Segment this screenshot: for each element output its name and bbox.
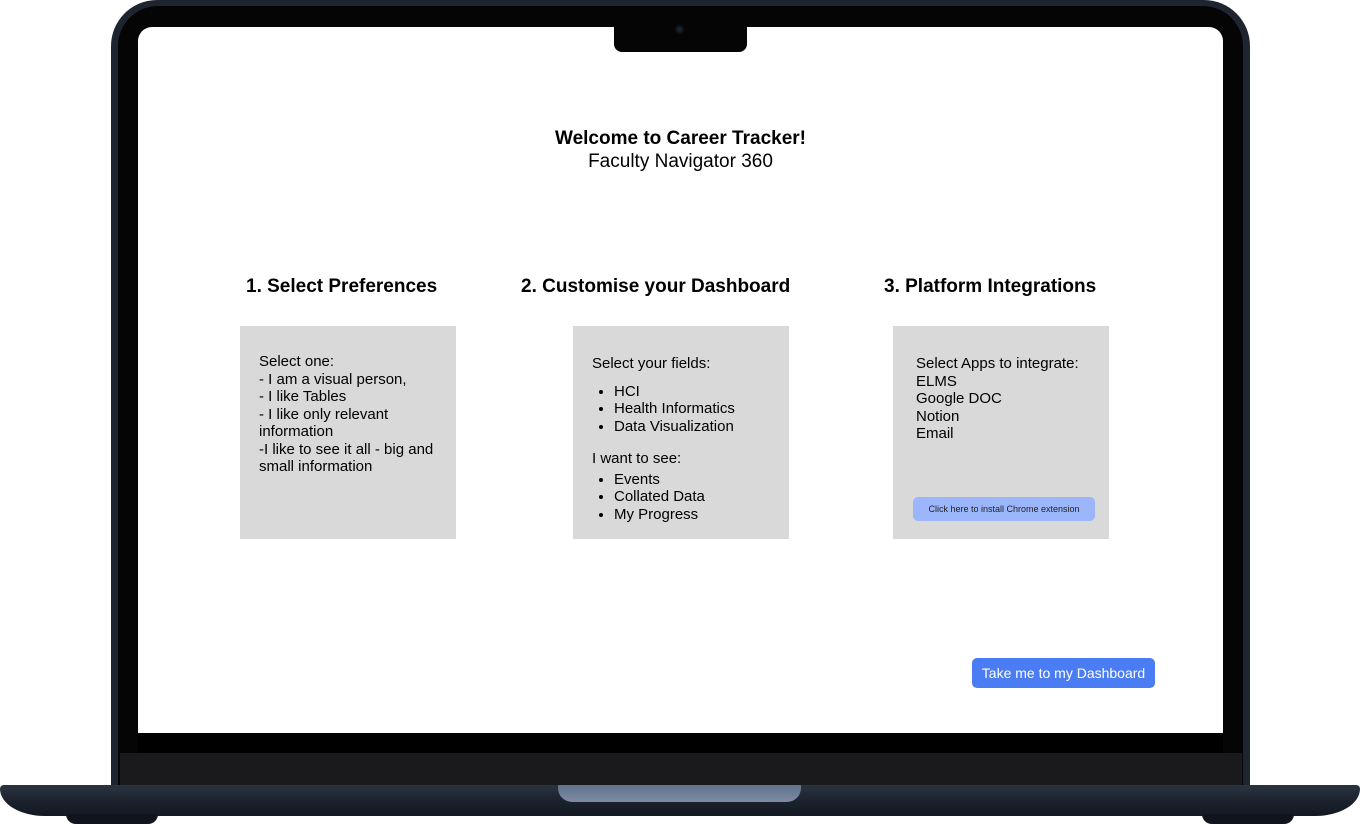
laptop-screen-chin: [138, 733, 1223, 753]
camera-icon: [675, 25, 684, 34]
app-item-elms[interactable]: ELMS: [916, 373, 1101, 391]
preferences-heading: Select one:: [259, 353, 335, 370]
dashboard-customise-card: Select your fields: HCI Health Informati…: [573, 326, 789, 539]
field-item-health-informatics[interactable]: Health Informatics: [614, 400, 781, 418]
preference-option-relevant[interactable]: - I like only relevant information: [259, 406, 442, 441]
page-title: Welcome to Career Tracker!: [555, 128, 806, 149]
see-item-events[interactable]: Events: [614, 471, 781, 489]
page-subtitle: Faculty Navigator 360: [588, 151, 773, 172]
preference-option-tables[interactable]: - I like Tables: [259, 388, 442, 406]
see-heading: I want to see:: [592, 450, 682, 467]
app-item-google-doc[interactable]: Google DOC: [916, 390, 1101, 408]
laptop-hinge: [120, 753, 1242, 786]
install-chrome-extension-button[interactable]: Click here to install Chrome extension: [913, 497, 1095, 521]
step-3-title: 3. Platform Integrations: [884, 276, 1097, 297]
see-item-collated-data[interactable]: Collated Data: [614, 488, 781, 506]
app-screen: Welcome to Career Tracker! Faculty Navig…: [138, 27, 1223, 733]
laptop-foot-left: [66, 814, 158, 824]
apps-heading: Select Apps to integrate:: [916, 355, 1079, 372]
preference-option-visual[interactable]: - I am a visual person,: [259, 371, 442, 389]
field-item-hci[interactable]: HCI: [614, 383, 781, 401]
see-item-my-progress[interactable]: My Progress: [614, 506, 781, 524]
step-1-title: 1. Select Preferences: [246, 276, 438, 297]
laptop-base-notch: [558, 785, 801, 802]
go-to-dashboard-button[interactable]: Take me to my Dashboard: [972, 658, 1155, 688]
fields-heading: Select your fields:: [592, 355, 711, 372]
preferences-card: Select one: - I am a visual person, - I …: [240, 326, 456, 539]
app-item-email[interactable]: Email: [916, 425, 1101, 443]
integrations-card: Select Apps to integrate: ELMS Google DO…: [893, 326, 1109, 539]
step-2-title: 2. Customise your Dashboard: [521, 276, 791, 297]
laptop-foot-right: [1202, 814, 1294, 824]
fields-list: HCI Health Informatics Data Visualizatio…: [592, 383, 781, 436]
field-item-data-visualization[interactable]: Data Visualization: [614, 418, 781, 436]
see-list: Events Collated Data My Progress: [592, 471, 781, 524]
preference-option-all[interactable]: -I like to see it all - big and small in…: [259, 441, 442, 476]
app-item-notion[interactable]: Notion: [916, 408, 1101, 426]
